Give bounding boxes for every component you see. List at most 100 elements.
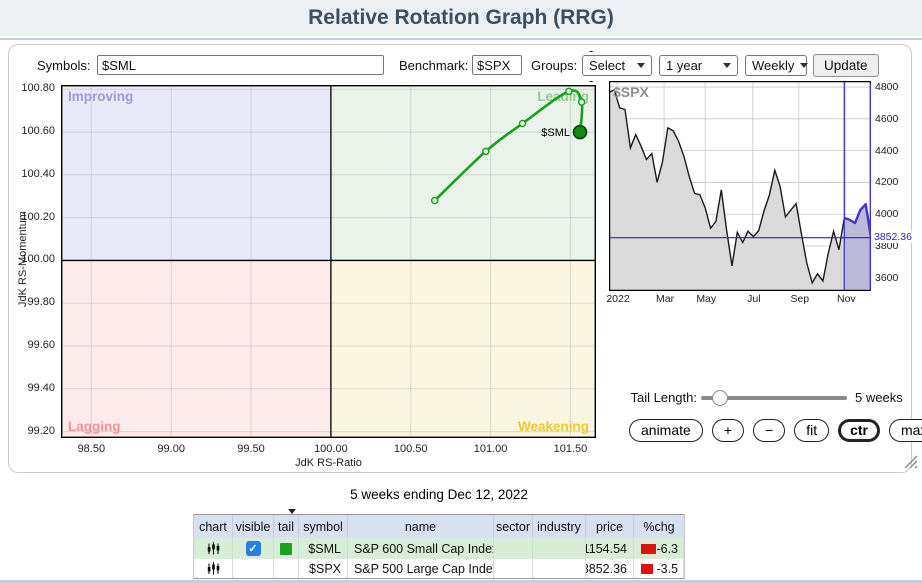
rrg-y-tick-label: 100.00 xyxy=(9,253,55,265)
rrg-y-tick-label: 100.20 xyxy=(9,211,55,223)
symbol-cell: $SPX xyxy=(299,558,348,578)
tail-cell xyxy=(274,538,299,558)
rrg-x-tick-label: 101.00 xyxy=(466,443,516,455)
benchmark-input[interactable] xyxy=(472,55,522,75)
groups-select[interactable]: - Select - xyxy=(582,55,652,76)
table-caption: 5 weeks ending Dec 12, 2022 xyxy=(193,487,685,502)
benchmark-label: Benchmark: xyxy=(399,58,468,74)
rrg-y-tick-label: 99.20 xyxy=(9,425,55,437)
name-cell: S&P 500 Large Cap Index xyxy=(348,558,494,578)
column-header-symbol[interactable]: symbol xyxy=(299,515,348,538)
tail-color-swatch xyxy=(280,543,292,555)
fit-button[interactable]: fit xyxy=(794,419,829,442)
column-header-industry[interactable]: industry xyxy=(533,515,586,538)
spx-y-tick-label: 4800 xyxy=(875,81,898,93)
chart-cell[interactable] xyxy=(194,538,233,558)
rrg-x-tick-label: 99.00 xyxy=(146,443,196,455)
rrg-x-tick-label: 101.50 xyxy=(545,443,595,455)
rrg-x-tick-label: 100.50 xyxy=(386,443,436,455)
svg-text:Lagging: Lagging xyxy=(68,419,121,434)
chevron-down-icon xyxy=(800,63,808,68)
tail-length-slider-thumb[interactable] xyxy=(712,390,728,406)
rrg-app: Relative Rotation Graph (RRG) Symbols: B… xyxy=(0,0,922,583)
zoom-controls: animate +−fitctrmax xyxy=(629,419,922,442)
sector-cell xyxy=(494,538,533,558)
sector-cell xyxy=(494,558,533,578)
column-header-sector[interactable]: sector xyxy=(494,515,533,538)
svg-text:Weakening: Weakening xyxy=(518,419,589,434)
spx-x-tick-label: Jul xyxy=(737,293,771,305)
column-header-name[interactable]: name xyxy=(348,515,494,538)
rrg-y-tick-label: 99.40 xyxy=(9,382,55,394)
spx-y-tick-label: 3600 xyxy=(875,272,898,284)
pct-chg-value: -3.5 xyxy=(653,562,683,576)
resize-handle[interactable] xyxy=(902,453,918,469)
rrg-y-tick-label: 99.60 xyxy=(9,339,55,351)
candlestick-chart-icon xyxy=(206,541,221,556)
symbols-input[interactable] xyxy=(97,55,384,75)
table-row[interactable]: $SPXS&P 500 Large Cap Index 3852.36 -3.5 xyxy=(194,558,684,578)
column-header-%chg[interactable]: %chg xyxy=(634,515,684,538)
column-header-chart[interactable]: chart xyxy=(194,515,233,538)
pct-chg-cell: -6.3 xyxy=(634,538,684,558)
tail-cell xyxy=(274,558,299,578)
name-cell: S&P 600 Small Cap Index xyxy=(348,538,494,558)
frequency-select-value: Weekly xyxy=(752,58,794,73)
industry-cell xyxy=(533,558,586,578)
tail-length-value: 5 weeks xyxy=(855,390,903,405)
spx-y-tick-label: 4000 xyxy=(875,208,898,220)
zoom-out-button[interactable]: − xyxy=(753,419,785,442)
frequency-select[interactable]: Weekly xyxy=(745,55,807,76)
symbol-cell: $SML xyxy=(299,538,348,558)
column-header-visible[interactable]: visible xyxy=(233,515,274,538)
top-divider xyxy=(0,38,922,40)
rrg-y-tick-label: 100.40 xyxy=(9,168,55,180)
svg-text:$SML: $SML xyxy=(541,127,570,139)
spx-x-tick-label: May xyxy=(689,293,723,305)
candlestick-chart-icon xyxy=(206,561,221,576)
pct-chg-value: -6.3 xyxy=(656,542,683,556)
zoom-in-button[interactable]: + xyxy=(712,419,744,442)
groups-label: Groups: xyxy=(531,58,577,74)
column-header-tail[interactable]: tail xyxy=(274,515,299,538)
spx-x-tick-label: Mar xyxy=(648,293,682,305)
spx-y-tick-label: 4600 xyxy=(875,113,898,125)
spx-x-tick-label: Nov xyxy=(829,293,863,305)
pct-chg-cell: -3.5 xyxy=(634,558,684,578)
industry-cell xyxy=(533,538,586,558)
rrg-x-tick-label: 98.50 xyxy=(66,443,116,455)
spx-title: $SPX xyxy=(613,84,649,100)
animate-button[interactable]: animate xyxy=(629,419,703,442)
svg-text:Improving: Improving xyxy=(68,89,133,104)
spx-price-label: 3852.36 xyxy=(872,231,914,243)
period-select[interactable]: 1 year xyxy=(659,55,738,76)
spx-chart xyxy=(609,81,871,291)
tail-length-label: Tail Length: xyxy=(569,390,697,405)
chevron-down-icon xyxy=(723,63,731,68)
max-button[interactable]: max xyxy=(889,419,922,442)
price-cell: 3852.36 xyxy=(586,558,634,578)
spx-y-tick-label: 4200 xyxy=(875,176,898,188)
spx-x-tick-label: 2022 xyxy=(601,293,635,305)
rrg-y-tick-label: 99.80 xyxy=(9,296,55,308)
page-title: Relative Rotation Graph (RRG) xyxy=(308,6,614,30)
column-header-price[interactable]: price xyxy=(586,515,634,538)
period-select-value: 1 year xyxy=(666,58,702,73)
ctr-button[interactable]: ctr xyxy=(838,419,880,442)
rrg-widget: Symbols: Benchmark: Groups: - Select - 1… xyxy=(8,44,912,473)
pct-chg-bar xyxy=(641,564,653,574)
symbols-label: Symbols: xyxy=(37,58,90,74)
rrg-x-tick-label: 100.00 xyxy=(306,443,356,455)
pct-chg-bar xyxy=(641,544,656,554)
spx-y-tick-label: 4400 xyxy=(875,145,898,157)
rrg-x-axis-title: JdK RS-Ratio xyxy=(61,457,596,469)
chevron-down-icon xyxy=(637,63,645,68)
visible-cell[interactable]: ✓ xyxy=(233,538,274,558)
rrg-y-tick-label: 100.60 xyxy=(9,125,55,137)
update-button[interactable]: Update xyxy=(813,54,879,77)
chart-cell[interactable] xyxy=(194,558,233,578)
tail-sort-arrow[interactable] xyxy=(288,509,296,514)
visible-checkbox[interactable]: ✓ xyxy=(246,541,261,556)
table-row[interactable]: ✓$SMLS&P 600 Small Cap Index1154.54-6.3 xyxy=(194,538,684,558)
visible-cell[interactable] xyxy=(233,558,274,578)
